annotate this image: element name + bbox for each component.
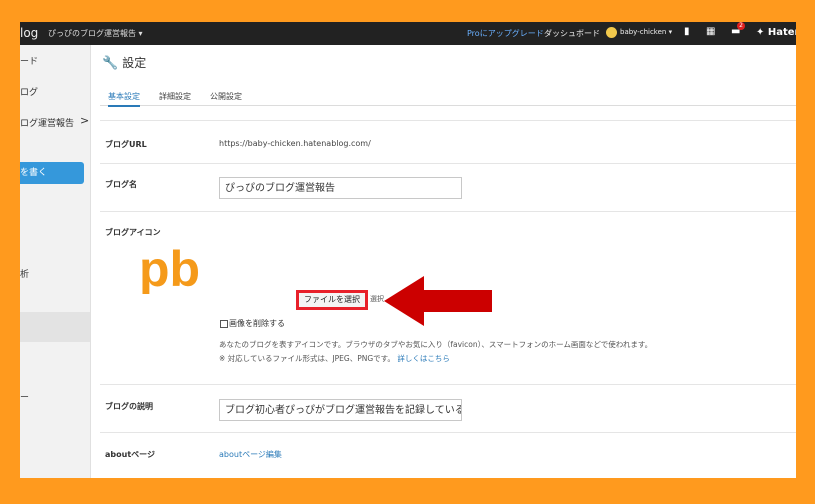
- about-label: aboutページ: [105, 450, 155, 459]
- sidebar-item-selected[interactable]: [20, 312, 90, 342]
- checkbox-icon[interactable]: [220, 319, 228, 328]
- settings-tabs: 基本設定 詳細設定 公開設定: [100, 85, 796, 107]
- notification-badge: 2: [737, 22, 745, 30]
- blog-icon-image: pb: [139, 242, 200, 294]
- browser-frame: log ぴっぴのブログ運営報告 ▾ Proにアップグレード ダッシュボード ba…: [20, 22, 796, 478]
- blog-name-label: ブログ名: [105, 180, 137, 189]
- write-article-button[interactable]: を書く: [20, 162, 84, 184]
- choose-file-label: ファイルを選択: [304, 295, 360, 304]
- description-input[interactable]: ブログ初心者ぴっぴがブログ運営報告を記録しているも: [219, 399, 462, 421]
- page-title: 🔧 設定: [102, 54, 146, 71]
- file-status-text: 選択: [370, 295, 384, 303]
- avatar[interactable]: [606, 27, 617, 38]
- icon-format-text: ※ 対応しているファイル形式は、JPEG、PNGです。 詳しくはこちら: [219, 353, 450, 364]
- dashboard-link[interactable]: ダッシュボード: [544, 28, 600, 39]
- blog-name-input[interactable]: ぴっぴのブログ運営報告: [219, 177, 462, 199]
- chevron-right-icon[interactable]: >: [80, 114, 89, 127]
- write-article-label: を書く: [20, 168, 48, 178]
- description-label: ブログの説明: [105, 402, 153, 411]
- red-arrow-annotation: [384, 276, 492, 326]
- tab-advanced[interactable]: 詳細設定: [159, 91, 191, 102]
- user-menu[interactable]: baby-chicken ▾: [620, 28, 672, 36]
- hatena-logo[interactable]: ✦ Haten: [756, 27, 796, 38]
- page-title-text: 設定: [122, 56, 147, 70]
- sidebar-item-other[interactable]: ー: [20, 390, 29, 403]
- more-info-link[interactable]: 詳しくはこちら: [397, 354, 450, 363]
- blog-icon-label: ブログアイコン: [105, 228, 161, 237]
- bookmark-icon[interactable]: ▮: [684, 26, 690, 37]
- wrench-icon: 🔧: [102, 56, 119, 71]
- sidebar-item-blog-name[interactable]: ログ運営報告: [20, 116, 74, 129]
- pro-upgrade-link[interactable]: Proにアップグレード: [467, 28, 544, 39]
- row-blog-url: ブログURL https://baby-chicken.hatenablog.c…: [100, 120, 796, 164]
- brand-text[interactable]: log: [20, 26, 38, 40]
- row-blog-name: ブログ名 ぴっぴのブログ運営報告: [100, 163, 796, 212]
- icon-help-text: あなたのブログを表すアイコンです。ブラウザのタブやお気に入り（favicon）、…: [219, 340, 653, 349]
- formats-text: ※ 対応しているファイル形式は、JPEG、PNGです。: [219, 354, 395, 363]
- row-blog-description: ブログの説明 ブログ初心者ぴっぴがブログ運営報告を記録しているも: [100, 384, 796, 433]
- blog-url-label: ブログURL: [105, 140, 147, 149]
- delete-image-label: 画像を削除する: [229, 319, 285, 328]
- tab-publish[interactable]: 公開設定: [210, 91, 242, 102]
- sidebar-item-blog[interactable]: ログ: [20, 85, 38, 98]
- sidebar-item-analytics[interactable]: 析: [20, 267, 29, 280]
- blog-icon-text: pb: [139, 242, 200, 294]
- sidebar-item-dashboard[interactable]: ード: [20, 54, 38, 67]
- blog-selector[interactable]: ぴっぴのブログ運営報告 ▾: [48, 28, 143, 39]
- tab-basic[interactable]: 基本設定: [108, 91, 140, 107]
- top-bar: log ぴっぴのブログ運営報告 ▾ Proにアップグレード ダッシュボード ba…: [20, 22, 796, 45]
- choose-file-button[interactable]: ファイルを選択: [296, 290, 368, 310]
- blog-url-value: https://baby-chicken.hatenablog.com/: [219, 139, 371, 148]
- delete-image-checkbox[interactable]: 画像を削除する: [220, 318, 285, 329]
- apps-grid-icon[interactable]: ▦: [706, 26, 715, 37]
- row-about-page: aboutページ aboutページ編集: [100, 432, 796, 478]
- sidebar: ード ログ ログ運営報告 > を書く 析 ー: [20, 45, 91, 478]
- about-edit-link[interactable]: aboutページ編集: [219, 449, 282, 460]
